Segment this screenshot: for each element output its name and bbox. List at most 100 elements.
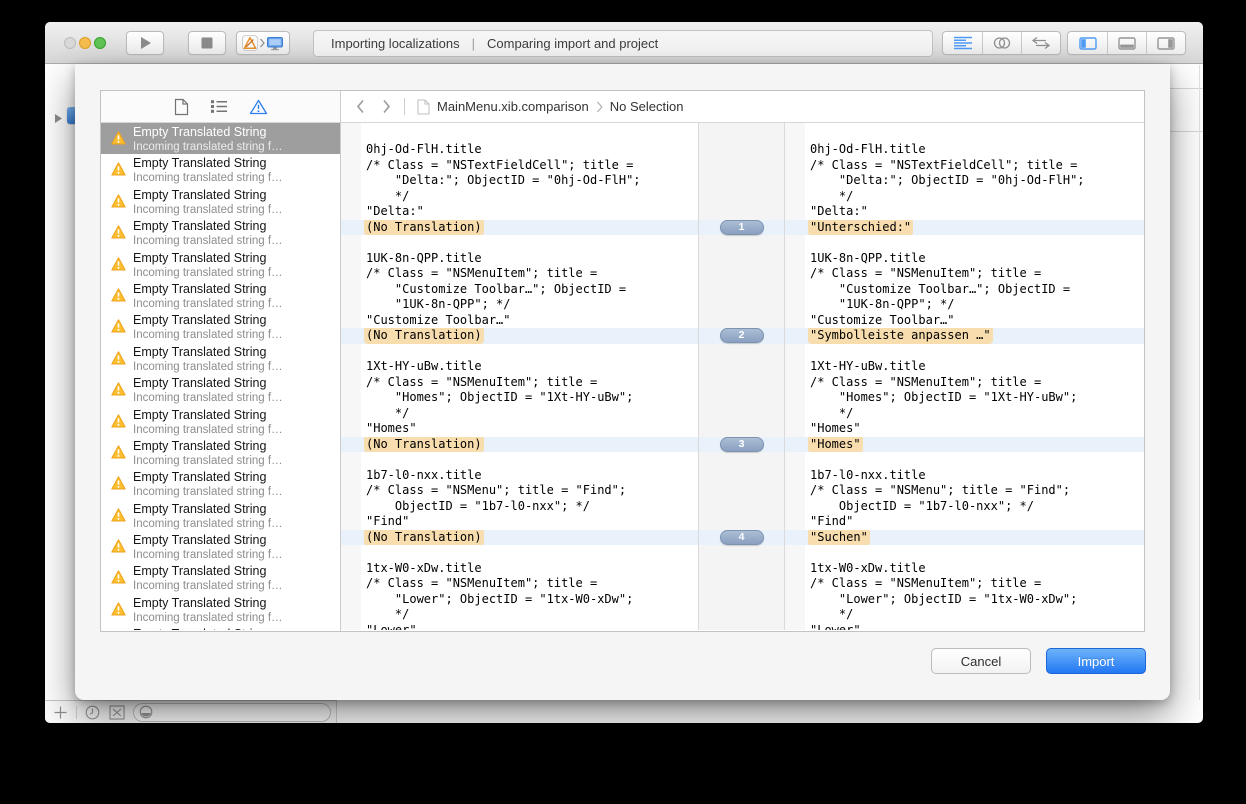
issue-title: Empty Translated String [133,532,283,548]
run-button[interactable] [126,31,164,55]
changed-text: "Suchen" [810,530,868,544]
diff-right-code: "Unterschied:" [785,220,1144,236]
version-editor-button[interactable] [1021,32,1060,54]
diff-right-code: 1Xt-HY-uBw.title [785,359,1144,375]
diff-right-code: /* Class = "NSTextFieldCell"; title = [785,158,1144,174]
diff-right-code: "Customize Toolbar…" [785,313,1144,329]
file-icon[interactable] [174,98,189,116]
diff-right-code: */ [785,189,1144,205]
add-button[interactable] [54,706,67,719]
change-number-badge[interactable]: 3 [720,437,764,452]
issue-list-item[interactable]: Empty Translated StringIncoming translat… [101,468,340,499]
run-icon [139,36,152,50]
diff-right-code [785,235,1144,251]
warning-icon [111,257,126,271]
standard-editor-button[interactable] [943,32,982,54]
diff-right-code: /* Class = "NSMenu"; title = "Find"; [785,483,1144,499]
issue-list-item[interactable]: Empty Translated StringIncoming translat… [101,500,340,531]
diff-left-code: "1UK-8n-QPP"; */ [341,297,698,313]
issue-subtitle: Incoming translated string f… [133,611,283,625]
warning-tab-icon[interactable] [249,99,268,115]
diff-badge-cell [698,545,785,561]
issue-list-item[interactable]: Empty Translated StringIncoming translat… [101,562,340,593]
issue-list-item[interactable]: Empty Translated StringIncoming translat… [101,343,340,374]
forward-button[interactable] [382,99,391,114]
list-icon[interactable] [210,99,228,114]
issue-title: Empty Translated String [133,595,283,611]
diff-badge-cell [698,623,785,631]
activity-primary-text: Importing localizations [331,36,460,51]
issue-title: Empty Translated String [133,155,283,171]
change-number-badge[interactable]: 2 [720,328,764,343]
scheme-selector[interactable] [236,31,290,55]
debug-area-toggle[interactable] [1107,32,1146,54]
back-button[interactable] [356,99,365,114]
assistant-editor-button[interactable] [982,32,1021,54]
issue-list-item[interactable]: Empty Translated StringIncoming translat… [101,249,340,280]
filter-input[interactable] [133,703,331,722]
issue-list-item[interactable]: Empty Translated StringIncoming translat… [101,186,340,217]
diff-badge-cell [698,251,785,267]
disclosure-triangle[interactable] [54,111,63,129]
diff-left-code: /* Class = "NSMenuItem"; title = [341,576,698,592]
diff-right-code: 1tx-W0-xDw.title [785,561,1144,577]
issue-list-item[interactable]: Empty Translated StringIncoming translat… [101,280,340,311]
diff-row: (No Translation)4"Suchen" [341,530,1144,546]
issue-subtitle: Incoming translated string f… [133,517,283,531]
diff-right-code: "Homes" [785,421,1144,437]
issue-list-item[interactable]: Empty Translated StringIncoming translat… [101,311,340,342]
issue-title: Empty Translated String [133,281,283,297]
diff-row: 1tx-W0-xDw.title1tx-W0-xDw.title [341,561,1144,577]
issue-list-item[interactable]: Empty Translated StringIncoming translat… [101,406,340,437]
jump-bar-selection[interactable]: No Selection [610,99,684,114]
change-number-badge[interactable]: 4 [720,530,764,545]
scheme-device-icon [266,36,284,51]
issue-list-item[interactable]: Empty Translated StringIncoming translat… [101,437,340,468]
filter-bar-divider [76,706,77,719]
issue-subtitle: Incoming translated string f… [133,140,283,154]
diff-row: "Customize Toolbar…""Customize Toolbar…" [341,313,1144,329]
diff-badge-cell [698,592,785,608]
close-button[interactable] [64,37,76,49]
diff-row [341,452,1144,468]
diff-right-code: "Delta:" [785,204,1144,220]
diff-row: "Delta:"; ObjectID = "0hj-Od-FlH"; "Delt… [341,173,1144,189]
issue-list-item[interactable]: Empty Translated StringIncoming translat… [101,625,340,630]
diff-right-code: "1UK-8n-QPP"; */ [785,297,1144,313]
cancel-button[interactable]: Cancel [931,648,1031,674]
diff-right-code: */ [785,607,1144,623]
import-button[interactable]: Import [1046,648,1146,674]
diff-right-code: /* Class = "NSMenuItem"; title = [785,576,1144,592]
changed-text: (No Translation) [366,220,482,234]
diff-left-code: "Customize Toolbar…"; ObjectID = [341,282,698,298]
issue-list-item[interactable]: Empty Translated StringIncoming translat… [101,531,340,562]
diff-left-code: "Lower"; ObjectID = "1tx-W0-xDw"; [341,592,698,608]
warning-icon [111,162,126,176]
stop-button[interactable] [188,31,226,55]
diff-right-code: 1b7-l0-nxx.title [785,468,1144,484]
issue-list-item[interactable]: Empty Translated StringIncoming translat… [101,123,340,154]
diff-left-code: /* Class = "NSMenuItem"; title = [341,266,698,282]
zoom-button[interactable] [94,37,106,49]
minimize-button[interactable] [79,37,91,49]
diff-badge-cell [698,375,785,391]
warning-icon [111,131,126,145]
issue-title: Empty Translated String [133,563,283,579]
recent-files-clock-icon[interactable] [85,705,100,720]
diff-badge-cell [698,235,785,251]
issue-list-item[interactable]: Empty Translated StringIncoming translat… [101,594,340,625]
issue-list-item[interactable]: Empty Translated StringIncoming translat… [101,217,340,248]
change-number-badge[interactable]: 1 [720,220,764,235]
issue-list-item[interactable]: Empty Translated StringIncoming translat… [101,154,340,185]
flatten-box-icon[interactable] [109,705,125,720]
diff-badge-cell [698,282,785,298]
version-editor-icon [1031,36,1051,50]
diff-row: /* Class = "NSTextFieldCell"; title =/* … [341,158,1144,174]
debug-panel-icon [1118,37,1136,50]
navigator-panel-toggle[interactable] [1068,32,1107,54]
jump-bar-file[interactable]: MainMenu.xib.comparison [437,99,589,114]
diff-row: /* Class = "NSMenu"; title = "Find";/* C… [341,483,1144,499]
inspector-panel-toggle[interactable] [1146,32,1185,54]
diff-row: (No Translation)2"Symbolleiste anpassen … [341,328,1144,344]
issue-list-item[interactable]: Empty Translated StringIncoming translat… [101,374,340,405]
